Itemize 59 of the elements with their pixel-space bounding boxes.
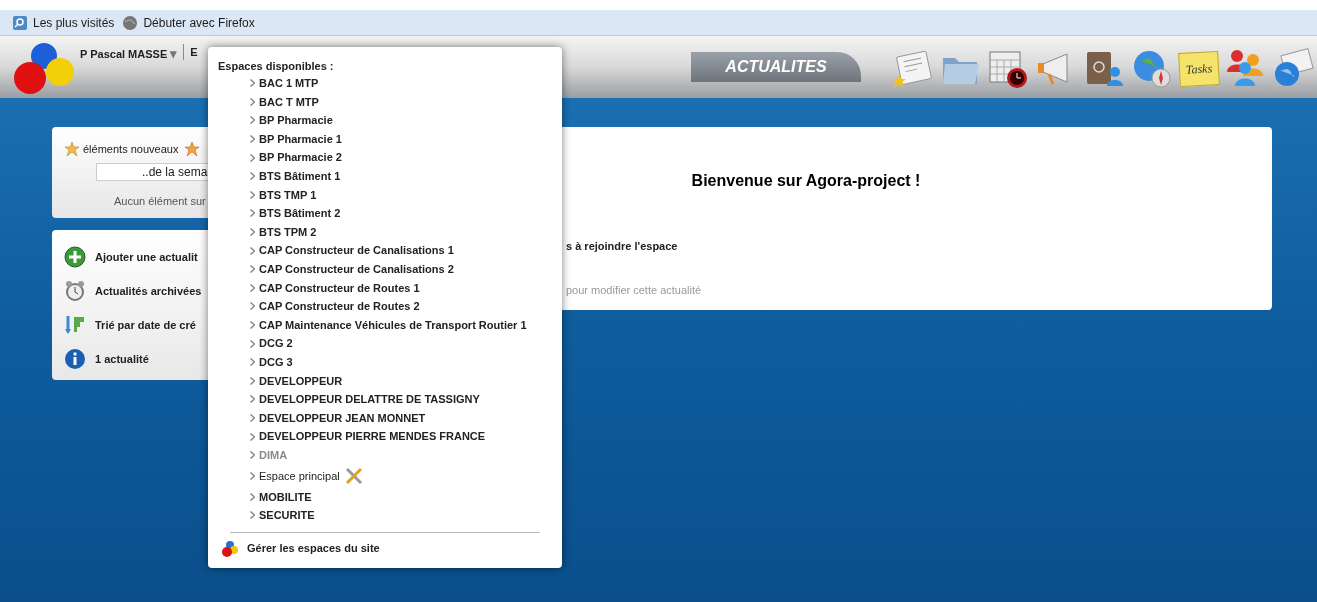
chevron-icon (250, 395, 255, 404)
space-item[interactable]: DEVELOPPEUR DELATTRE DE TASSIGNY (250, 390, 562, 409)
tasks-module-button[interactable]: Tasks (1178, 51, 1220, 87)
action-link[interactable]: Trié par date de cré (95, 316, 196, 334)
space-item[interactable]: BAC 1 MTP (250, 74, 562, 93)
chevron-icon (250, 451, 255, 460)
chevron-icon (250, 511, 255, 520)
space-item[interactable]: CAP Maintenance Véhicules de Transport Routier 1 (250, 315, 562, 335)
space-item[interactable]: Espace principal (250, 464, 562, 488)
space-item[interactable]: CAP Constructeur de Canalisations 2 (250, 259, 562, 279)
chevron-icon (250, 209, 255, 218)
chevron-icon (250, 414, 255, 422)
space-item[interactable]: MOBILITE (250, 487, 562, 507)
space-item[interactable]: BTS Bâtiment 2 (250, 204, 562, 223)
chevron-icon (250, 302, 255, 311)
space-item[interactable]: BP Pharmacie 1 (250, 129, 562, 149)
star-icon (64, 141, 80, 158)
space-item[interactable]: CAP Constructeur de Routes 1 (250, 278, 562, 298)
space-item[interactable]: BTS TPM 2 (250, 222, 562, 242)
legend-text: éléments nouveaux (83, 142, 179, 157)
action-link[interactable]: Ajouter une actualit (95, 248, 198, 266)
space-item[interactable]: DCG 2 (250, 334, 562, 353)
globe-icon (122, 14, 139, 31)
space-item[interactable]: CAP Constructeur de Canalisations 1 (250, 241, 562, 260)
chevron-icon (250, 432, 255, 441)
chevron-icon (250, 471, 255, 480)
edit-hint: pour modifier cette actualité (566, 282, 702, 298)
space-item[interactable]: DCG 3 (250, 352, 562, 372)
user-menu[interactable]: P Pascal MASSE ▾ (80, 44, 178, 64)
empty-message: Aucun élément sur (114, 193, 206, 209)
news-text: s à rejoindre l'espace (566, 239, 678, 254)
manage-spaces-link[interactable]: Gérer les espaces du site (247, 540, 380, 557)
newspaper-icon[interactable] (891, 48, 935, 90)
add-icon (64, 246, 86, 268)
news-title: Bienvenue sur Agora-project ! (691, 171, 921, 191)
header-link[interactable]: E (190, 44, 198, 61)
space-item[interactable]: SECURITE (250, 506, 562, 525)
space-item[interactable]: BAC T MTP (250, 92, 562, 112)
space-item[interactable]: DEVELOPPEUR (250, 371, 562, 391)
menu-title: Espaces disponibles : (217, 59, 335, 74)
bookmark-link[interactable]: Débuter avec Firefox (143, 13, 255, 32)
chevron-icon (250, 321, 255, 329)
action-link[interactable]: Actualités archivées (95, 282, 202, 300)
alarm-clock-icon (64, 280, 86, 302)
chevron-icon (250, 492, 255, 501)
star-icon (184, 141, 201, 158)
space-item[interactable]: DEVELOPPEUR PIERRE MENDES FRANCE (250, 427, 562, 446)
chevron-icon (250, 116, 255, 125)
search-icon (12, 14, 28, 31)
space-item[interactable]: DEVELOPPEUR JEAN MONNET (250, 408, 562, 428)
chevron-icon (250, 339, 255, 348)
sort-icon (64, 314, 86, 336)
space-item[interactable]: CAP Constructeur de Routes 2 (250, 297, 562, 316)
info-icon (64, 348, 86, 370)
action-link[interactable]: 1 actualité (95, 350, 149, 368)
space-item[interactable]: BTS TMP 1 (250, 185, 562, 205)
bookmark-link[interactable]: Les plus visités (33, 13, 115, 32)
spaces-icon (221, 539, 239, 558)
space-item[interactable]: BP Pharmacie (250, 111, 562, 130)
